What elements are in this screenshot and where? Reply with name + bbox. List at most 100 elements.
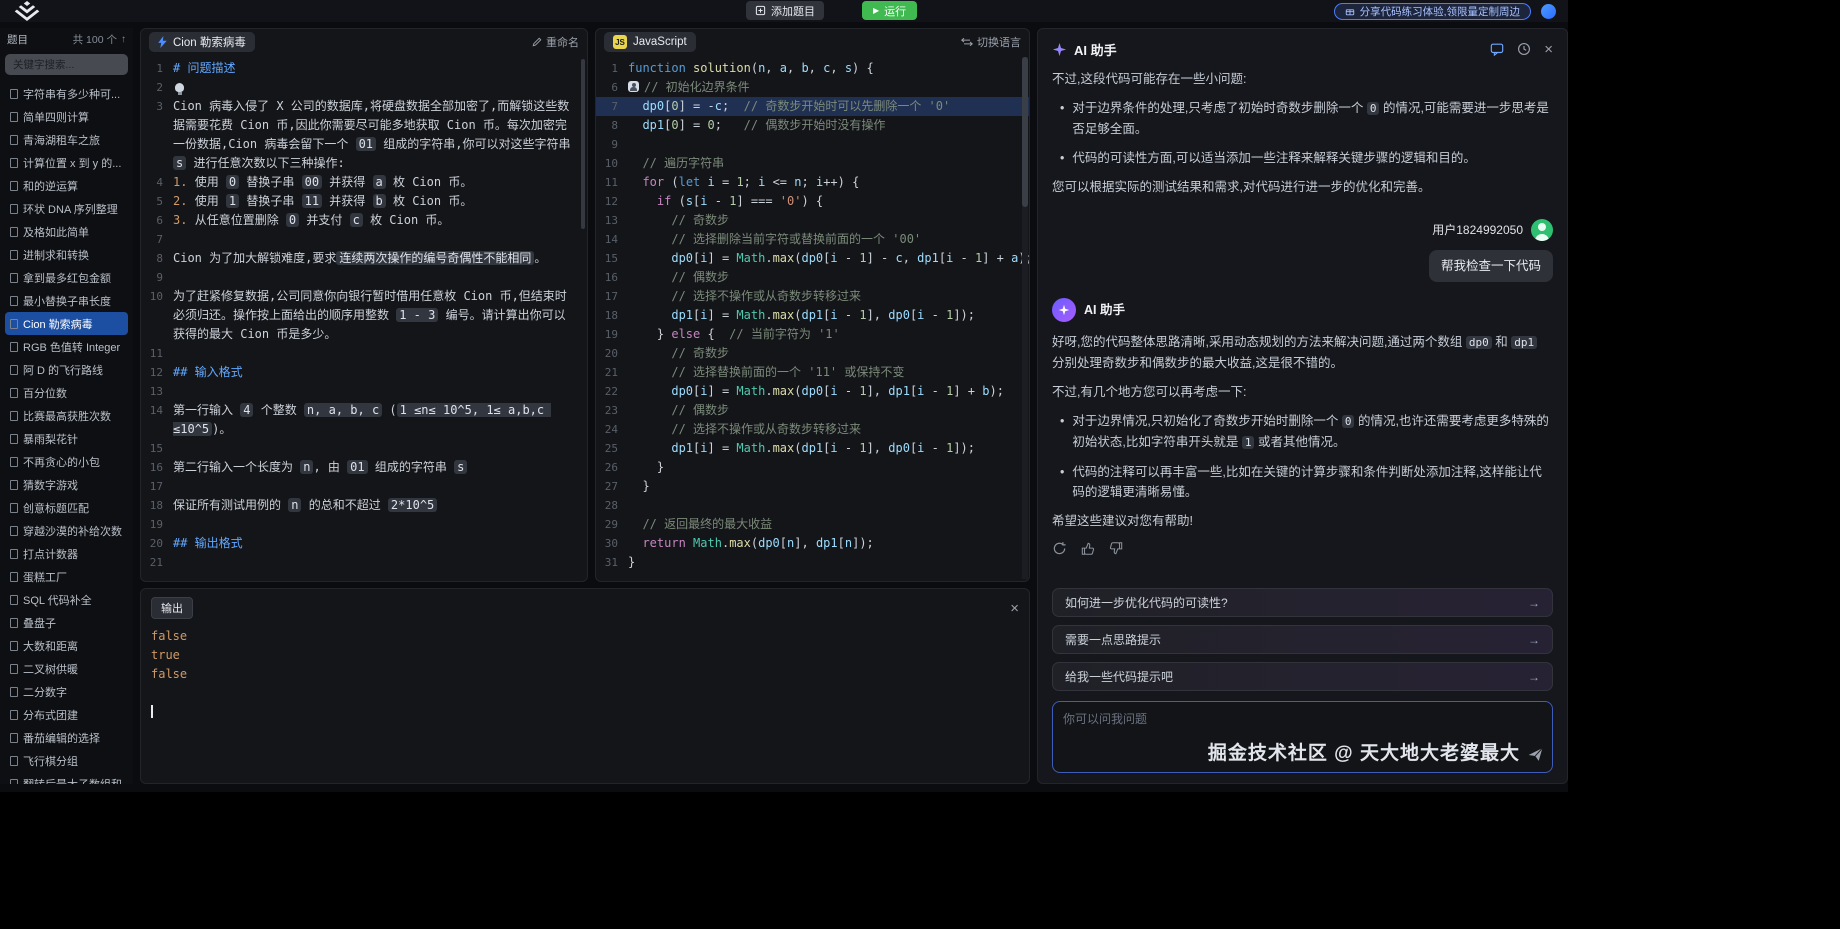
sidebar-item[interactable]: SQL 代码补全 <box>5 588 128 611</box>
arrow-right-icon: → <box>1528 633 1540 647</box>
thumbs-down-icon[interactable] <box>1109 541 1123 556</box>
switch-language-button[interactable]: 切换语言 <box>961 34 1021 50</box>
sidebar-item[interactable]: 穿越沙漠的补给次数 <box>5 519 128 542</box>
problem-line: 7 <box>141 230 587 249</box>
ai-input[interactable]: 掘金技术社区 @ 天大地大老婆最大 <box>1052 701 1553 773</box>
code-line: 6// 初始化边界条件 <box>596 78 1029 97</box>
sidebar-item[interactable]: Cion 勒索病毒 <box>5 312 128 335</box>
sidebar-item[interactable]: 分布式团建 <box>5 703 128 726</box>
problem-line: 18保证所有测试用例的 n 的总和不超过 2*10^5 <box>141 496 587 515</box>
user-avatar[interactable] <box>1541 4 1556 19</box>
sidebar-item[interactable]: 最小替换子串长度 <box>5 289 128 312</box>
sidebar-item[interactable]: 大数和距离 <box>5 634 128 657</box>
switch-language-label: 切换语言 <box>977 34 1021 50</box>
line-number: 17 <box>596 287 628 306</box>
output-tab[interactable]: 输出 <box>151 597 193 619</box>
code-line: 9 <box>596 135 1029 154</box>
sidebar-item[interactable]: 及格如此简单 <box>5 220 128 243</box>
sidebar-item[interactable]: 字符串有多少种可... <box>5 82 128 105</box>
sidebar-item[interactable]: 二叉树供暖 <box>5 657 128 680</box>
document-icon <box>10 250 18 260</box>
line-number: 11 <box>141 344 173 363</box>
problem-line: 63. 从任意位置删除 0 并支付 c 枚 Cion 币。 <box>141 211 587 230</box>
code-line: 1function solution(n, a, b, c, s) { <box>596 59 1029 78</box>
sidebar-item[interactable]: 进制求和转换 <box>5 243 128 266</box>
problem-line: 11 <box>141 344 587 363</box>
search-input[interactable] <box>5 54 128 75</box>
run-button[interactable]: ▶ 运行 <box>862 1 917 20</box>
user-row: 用户1824992050 <box>1432 219 1553 241</box>
sidebar-item[interactable]: 计算位置 x 到 y 的... <box>5 151 128 174</box>
ai-title: AI 助手 <box>1074 40 1117 59</box>
line-number: 20 <box>596 344 628 363</box>
sidebar-item[interactable]: 打点计数器 <box>5 542 128 565</box>
problem-lines[interactable]: 1# 问题描述23Cion 病毒入侵了 X 公司的数据库,将硬盘数据全部加密了,… <box>141 55 587 581</box>
problem-panel[interactable]: Cion 勒索病毒 重命名 1# 问题描述23Cion 病毒入侵了 X 公司的数… <box>140 28 588 582</box>
editor-scrollbar[interactable] <box>1022 57 1028 579</box>
sidebar-item[interactable]: 青海湖租车之旅 <box>5 128 128 151</box>
line-number: 1 <box>141 59 173 78</box>
sidebar-item[interactable]: 环状 DNA 序列整理 <box>5 197 128 220</box>
sidebar-item[interactable]: 二分数字 <box>5 680 128 703</box>
editor-lines[interactable]: 1function solution(n, a, b, c, s) {6// 初… <box>596 55 1029 581</box>
sidebar-item[interactable]: 拿到最多红包金额 <box>5 266 128 289</box>
document-icon <box>10 595 18 605</box>
sidebar-item[interactable]: 和的逆运算 <box>5 174 128 197</box>
document-icon <box>10 388 18 398</box>
output-cursor-line <box>151 703 1019 722</box>
code-line: 26 } <box>596 458 1029 477</box>
language-tab[interactable]: JS JavaScript <box>604 32 696 52</box>
suggestion-chip[interactable]: 给我一些代码提示吧→ <box>1052 662 1553 691</box>
sort-icon[interactable]: ↑ <box>121 34 126 45</box>
sidebar-item[interactable]: 蛋糕工厂 <box>5 565 128 588</box>
line-number: 5 <box>141 192 173 211</box>
editor-panel[interactable]: JS JavaScript 切换语言 1function solution(n,… <box>595 28 1030 582</box>
juejin-logo[interactable] <box>12 1 42 21</box>
sidebar-item[interactable]: 创意标题匹配 <box>5 496 128 519</box>
sidebar-item[interactable]: 阿 D 的飞行路线 <box>5 358 128 381</box>
rename-label: 重命名 <box>546 34 579 50</box>
close-ai-icon[interactable]: × <box>1544 42 1553 57</box>
language-label: JavaScript <box>633 36 687 48</box>
sidebar-item[interactable]: 不再贪心的小包 <box>5 450 128 473</box>
document-icon <box>10 733 18 743</box>
line-number: 7 <box>141 230 173 249</box>
chat-textarea[interactable] <box>1053 702 1552 772</box>
sidebar-item[interactable]: RGB 色值转 Integer <box>5 335 128 358</box>
document-icon <box>10 526 18 536</box>
sidebar-item[interactable]: 比赛最高获胜次数 <box>5 404 128 427</box>
ai-panel: AI 助手 × 不过,这段代码可能存在一些小问题: •对于边界条件的处理,只考虑… <box>1037 28 1568 784</box>
document-icon <box>10 779 18 785</box>
suggestion-chip[interactable]: 如何进一步优化代码的可读性?→ <box>1052 588 1553 617</box>
sidebar-item[interactable]: 叠盘子 <box>5 611 128 634</box>
ai-message-text: 您可以根据实际的测试结果和需求,对代码进行进一步的优化和完善。 <box>1052 177 1553 197</box>
close-output-icon[interactable]: × <box>1010 601 1019 616</box>
thumbs-up-icon[interactable] <box>1081 541 1095 556</box>
document-icon <box>10 549 18 559</box>
sidebar-item[interactable]: 翻转后最大子数组和 <box>5 772 128 784</box>
problem-line: 41. 使用 0 替换子串 00 并获得 a 枚 Cion 币。 <box>141 173 587 192</box>
promo-button[interactable]: 分享代码练习体验,领限量定制周边 <box>1334 3 1531 20</box>
problem-scrollbar[interactable] <box>581 59 585 229</box>
document-icon <box>10 296 18 306</box>
sidebar-item[interactable]: 简单四则计算 <box>5 105 128 128</box>
sidebar-item[interactable]: 暴雨梨花针 <box>5 427 128 450</box>
editor-scrollbar-thumb[interactable] <box>1022 57 1028 207</box>
sidebar-item[interactable]: 番茄编辑的选择 <box>5 726 128 749</box>
document-icon <box>10 112 18 122</box>
add-problem-button[interactable]: 添加题目 <box>746 1 824 20</box>
rename-button[interactable]: 重命名 <box>532 34 579 50</box>
feedback-icon[interactable] <box>1490 42 1504 56</box>
sidebar-item[interactable]: 猜数字游戏 <box>5 473 128 496</box>
sidebar-item[interactable]: 飞行棋分组 <box>5 749 128 772</box>
document-icon <box>10 181 18 191</box>
regenerate-icon[interactable] <box>1052 541 1067 556</box>
problem-tab[interactable]: Cion 勒索病毒 <box>149 32 255 52</box>
send-icon[interactable] <box>1527 746 1544 763</box>
sidebar-item[interactable]: 百分位数 <box>5 381 128 404</box>
history-icon[interactable] <box>1517 42 1531 56</box>
line-number: 30 <box>596 534 628 553</box>
line-number: 15 <box>596 249 628 268</box>
suggestion-chip[interactable]: 需要一点思路提示→ <box>1052 625 1553 654</box>
line-number: 6 <box>596 78 628 97</box>
